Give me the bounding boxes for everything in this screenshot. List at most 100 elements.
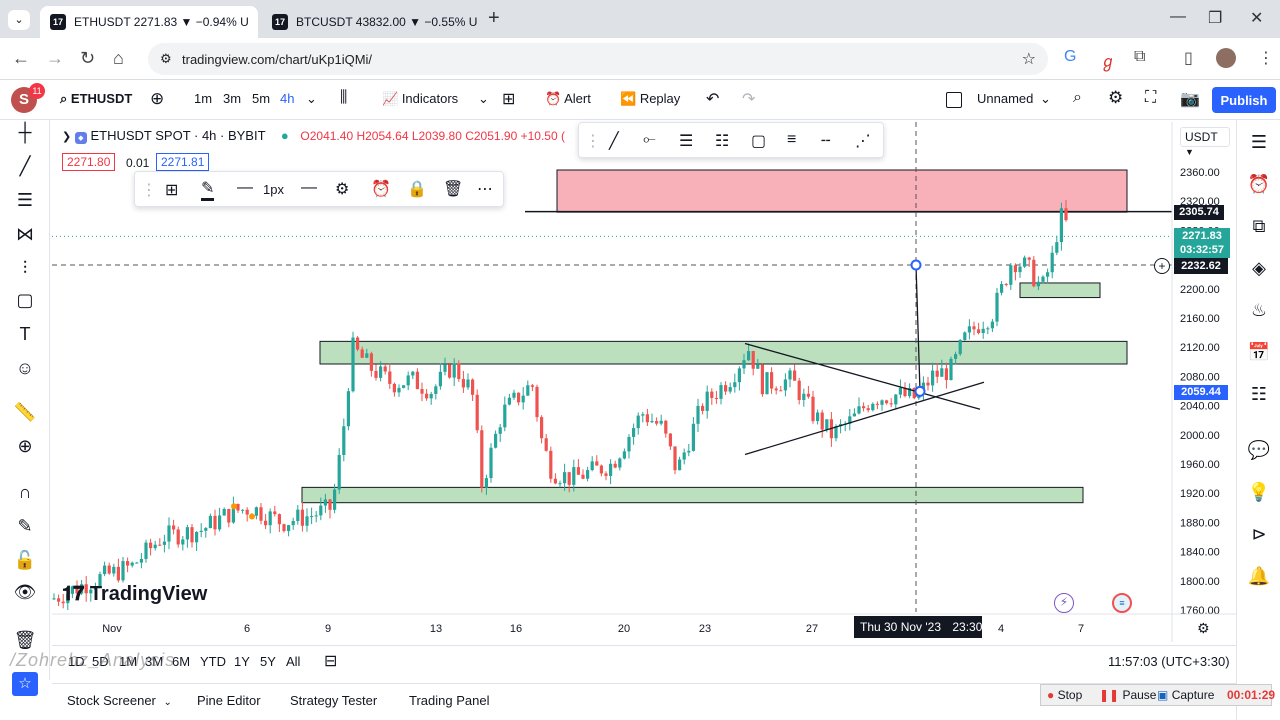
new-tab-button[interactable]: + [488, 7, 500, 30]
minimize-icon[interactable]: — [1170, 8, 1186, 26]
restore-icon[interactable]: ❐ [1208, 8, 1222, 28]
chat-icon[interactable]: 💬 [1247, 440, 1271, 461]
chart-symbol-title[interactable]: ETHUSDT SPOT · 4h · BYBIT [90, 128, 265, 143]
interval-5m[interactable]: 5m [252, 91, 270, 106]
lock-icon[interactable]: 🔓 [12, 550, 38, 571]
trash-icon[interactable]: 🗑 [443, 179, 463, 199]
line-width-label[interactable]: 1px [263, 182, 284, 197]
replay-button[interactable]: ⏪ Replay [620, 91, 680, 107]
sidebar-icon[interactable]: ▯ [1184, 48, 1193, 68]
reload-icon[interactable]: ↻ [80, 48, 95, 69]
tab-list-icon[interactable]: ⌄ [8, 10, 30, 30]
flag-icon[interactable]: ≡ [1112, 593, 1132, 613]
range-all[interactable]: All [286, 654, 300, 669]
zoom-in-icon[interactable]: ⊕ [12, 436, 38, 457]
line-color-pencil-icon[interactable]: ✎ [201, 178, 215, 201]
drag-handle-icon[interactable]: ⋮ [141, 180, 157, 200]
settings-gear-icon[interactable]: ⚙ [1108, 88, 1123, 108]
alert-button[interactable]: ⏰ Alert [545, 91, 591, 107]
undo-icon[interactable]: ↶ [706, 89, 719, 109]
interval-dropdown-icon[interactable]: ⌄ [306, 91, 317, 107]
geometric-shapes-icon[interactable]: ▢ [12, 290, 38, 311]
browser-menu-icon[interactable]: ⋮ [1258, 48, 1274, 68]
layout-checkbox[interactable] [946, 92, 962, 108]
clock-timezone[interactable]: 11:57:03 (UTC+3:30) [1108, 654, 1230, 669]
horizontal-ray-icon[interactable]: ⟜ [643, 131, 656, 149]
interval-1m[interactable]: 1m [194, 91, 212, 106]
capture-button[interactable]: ▣ Capture [1157, 688, 1214, 702]
stop-button[interactable]: ● Stop [1047, 688, 1082, 702]
translate-extension-icon[interactable]: G [1064, 48, 1076, 66]
magnet-icon[interactable]: ∩ [12, 482, 38, 503]
go-to-date-icon[interactable]: ⊟ [324, 651, 337, 671]
templates-icon[interactable]: ⊞ [502, 89, 515, 109]
ideas-bulb-icon[interactable]: 💡 [1247, 482, 1271, 503]
fib-retracement-icon[interactable]: ☰ [12, 190, 38, 211]
forecasting-icon[interactable]: ⫶ [12, 258, 38, 279]
calendar-icon[interactable]: 📅 [1247, 342, 1271, 363]
url-field[interactable]: ⚙ tradingview.com/chart/uKp1iQMi/ ☆ [148, 43, 1048, 75]
time-axis-settings-icon[interactable]: ⚙ [1197, 620, 1210, 637]
camera-snapshot-icon[interactable]: 📷 [1180, 89, 1200, 109]
back-icon[interactable]: ← [12, 48, 30, 69]
eye-icon[interactable]: 👁 [12, 582, 38, 603]
layout-name[interactable]: Unnamed [977, 91, 1033, 106]
trend-line-icon[interactable]: ╱ [609, 131, 619, 151]
layout-dropdown-icon[interactable]: ⌄ [1040, 91, 1051, 107]
trend-line-icon[interactable]: ╱ [12, 156, 38, 177]
forward-icon[interactable]: → [46, 48, 64, 69]
profile-avatar[interactable] [1216, 48, 1236, 68]
more-icon[interactable]: ⋯ [477, 179, 493, 199]
extension-icon[interactable]: ℊ [1100, 48, 1116, 72]
ask-price-box[interactable]: 2271.81 [156, 153, 210, 171]
pitchfork-icon[interactable]: ⋰ [855, 131, 871, 151]
close-tab-icon[interactable]: ✕ [257, 14, 258, 30]
publish-button[interactable]: Publish [1212, 87, 1276, 113]
horizontal-line-icon[interactable]: ╌ [821, 131, 831, 151]
interval-4h[interactable]: 4h [280, 91, 294, 106]
lock-icon[interactable]: 🔒 [407, 179, 427, 199]
quick-search-icon[interactable]: ⌕ [1073, 89, 1082, 107]
emoji-icon[interactable]: ☺ [12, 358, 38, 379]
fib-channel-icon[interactable]: ≡ [787, 131, 796, 149]
parallel-channel-icon[interactable]: ☰ [679, 131, 693, 151]
redo-icon[interactable]: ↷ [742, 89, 755, 109]
fullscreen-icon[interactable]: ⛶ [1145, 89, 1156, 107]
home-icon[interactable]: ⌂ [113, 48, 124, 69]
regression-trend-icon[interactable]: ☷ [715, 131, 729, 151]
indicators-button[interactable]: 📈 Indicators [382, 91, 458, 107]
hotlists-fire-icon[interactable]: ♨ [1247, 300, 1271, 321]
interval-3m[interactable]: 3m [223, 91, 241, 106]
bid-price-box[interactable]: 2271.80 [62, 153, 116, 171]
range-5y[interactable]: 5Y [260, 654, 276, 669]
crosshair-icon[interactable]: ┼ [12, 122, 38, 143]
lightning-icon[interactable]: ⚡ [1054, 593, 1074, 613]
text-tool-icon[interactable]: T [12, 324, 38, 345]
settings-gear-icon[interactable]: ⚙ [335, 179, 349, 199]
trading-panel-tab[interactable]: Trading Panel [409, 693, 489, 708]
watchlist-icon[interactable]: ☰ [1247, 132, 1271, 153]
pine-editor-tab[interactable]: Pine Editor [197, 693, 261, 708]
streams-icon[interactable]: ⊳ [1247, 524, 1271, 545]
strategy-tester-tab[interactable]: Strategy Tester [290, 693, 377, 708]
notifications-bell-icon[interactable]: 🔔 [1247, 566, 1271, 587]
stock-screener-tab[interactable]: Stock Screener ⌄ [67, 693, 172, 708]
alert-add-icon[interactable]: ⏰ [371, 179, 391, 199]
collapse-chevron-icon[interactable]: ❯ [62, 131, 71, 143]
currency-selector[interactable]: USDT ▼ [1180, 127, 1230, 157]
close-window-icon[interactable]: ✕ [1250, 8, 1263, 28]
site-info-icon[interactable]: ⚙ [160, 51, 172, 67]
range-ytd[interactable]: YTD [200, 654, 226, 669]
range-1y[interactable]: 1Y [234, 654, 250, 669]
line-style-icon[interactable]: — [237, 179, 253, 197]
pattern-icon[interactable]: ⋈ [12, 224, 38, 245]
ruler-icon[interactable]: 📏 [12, 402, 38, 423]
templates-icon[interactable]: ⊞ [165, 180, 178, 200]
bookmark-star-icon[interactable]: ☆ [1022, 49, 1036, 69]
symbol-search-button[interactable]: ⌕ ETHUSDT [60, 91, 132, 107]
chart-type-candles-icon[interactable]: ⫼ [340, 89, 347, 107]
layers-icon[interactable]: ◈ [1247, 258, 1271, 279]
add-alert-plus-icon[interactable]: + [1154, 258, 1170, 274]
tab-ethusdt[interactable]: 17 ETHUSDT 2271.83 ▼ −0.94% U ✕ [40, 6, 258, 38]
drag-handle-icon[interactable]: ⋮ [585, 131, 601, 151]
